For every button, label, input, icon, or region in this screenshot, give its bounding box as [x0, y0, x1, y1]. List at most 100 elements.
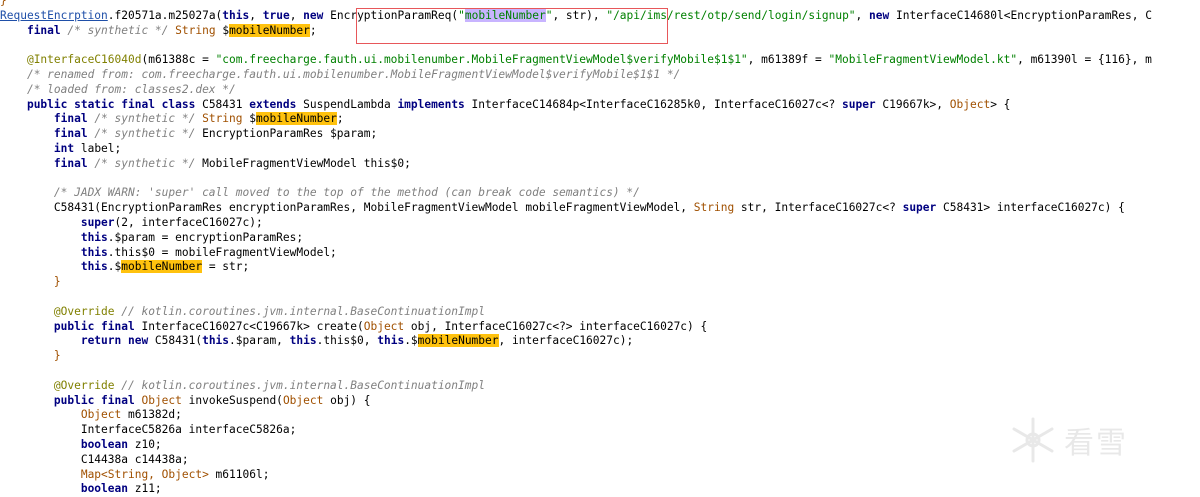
code-token: obj) { — [323, 393, 371, 407]
keyword: this — [222, 8, 250, 22]
code-token: MobileFragmentViewModel this$0; — [202, 156, 411, 170]
comment: /* synthetic */ — [87, 156, 203, 170]
code-line: boolean z11; — [0, 482, 1200, 497]
code-token: ; — [336, 112, 344, 126]
code-token: , — [289, 8, 304, 22]
keyword: final — [53, 127, 88, 141]
code-token: , interfaceC16027c); — [498, 334, 634, 348]
code-line: this.this$0 = mobileFragmentViewModel; — [0, 246, 1200, 261]
type-name: Object — [80, 408, 122, 422]
code-token: InterfaceC14684p<InterfaceC16285k0, Inte… — [464, 97, 842, 111]
type-name: Object — [949, 97, 991, 111]
snowflake-logo-icon — [1012, 417, 1054, 463]
code-token: } — [0, 0, 7, 7]
highlighted-identifier[interactable]: mobileNumber — [417, 334, 499, 348]
code-line: @Override // kotlin.coroutines.jvm.inter… — [0, 305, 1200, 320]
code-line: public static final class C58431 extends… — [0, 98, 1200, 113]
type-name: String — [175, 23, 216, 37]
code-token: obj, InterfaceC16027c<?> interfaceC16027… — [404, 319, 708, 333]
code-token: m61382d; — [121, 408, 182, 422]
code-token: C58431> interfaceC16027c) { — [936, 201, 1125, 215]
code-line: @InterfaceC16040d(m61388c = "com.freecha… — [0, 53, 1200, 68]
code-token: .$ — [107, 260, 122, 274]
code-line: public final Object invokeSuspend(Object… — [0, 394, 1200, 409]
code-token: .this$0, — [316, 334, 378, 348]
comment: /* synthetic */ — [60, 23, 176, 37]
code-line: final /* synthetic */ String $mobileNumb… — [0, 112, 1200, 127]
type-name: String — [693, 201, 735, 215]
highlighted-identifier[interactable]: mobileNumber — [121, 260, 203, 274]
keyword: boolean — [80, 482, 128, 496]
keyword: super — [841, 97, 876, 111]
code-line: C58431(EncryptionParamRes encryptionPara… — [0, 201, 1200, 216]
code-line: final /* synthetic */ EncryptionParamRes… — [0, 127, 1200, 142]
class-link[interactable]: RequestEncrption — [0, 9, 108, 22]
keyword: public final — [53, 319, 135, 333]
highlighted-identifier[interactable]: mobileNumber — [229, 23, 310, 37]
keyword: final — [53, 156, 88, 170]
type-name: Object — [363, 319, 405, 333]
keyword: new — [303, 8, 324, 22]
code-line: @Override // kotlin.coroutines.jvm.inter… — [0, 379, 1200, 394]
code-token: } — [53, 349, 61, 363]
code-token: (m61388c = — [141, 53, 216, 67]
keyword: this — [80, 260, 108, 274]
comment: /* synthetic */ — [87, 127, 203, 141]
code-token: (2, interfaceC16027c); — [114, 215, 263, 229]
code-token: C58431(EncryptionParamRes encryptionPara… — [53, 201, 694, 215]
comment: /* synthetic */ — [87, 112, 203, 126]
code-token: .$param, — [229, 334, 290, 348]
highlighted-identifier[interactable]: mobileNumber — [256, 112, 337, 126]
code-token: .$ — [404, 334, 418, 348]
keyword: final — [53, 112, 88, 126]
keyword: final — [26, 23, 61, 37]
code-line: public final InterfaceC16027c<C19667k> c… — [0, 320, 1200, 335]
keyword: extends — [249, 97, 297, 111]
keyword: true — [262, 8, 290, 22]
code-token: InterfaceC14680l<EncryptionParamRes, C — [889, 8, 1152, 22]
code-token: .this$0 = mobileFragmentViewModel; — [107, 245, 337, 259]
type-name: Object — [141, 393, 182, 407]
comment: /* renamed from: com.freecharge.fauth.ui… — [26, 67, 681, 81]
code-line: return new C58431(this.$param, this.this… — [0, 334, 1200, 349]
code-line: super(2, interfaceC16027c); — [0, 216, 1200, 231]
keyword: this — [80, 245, 108, 259]
annotation: @Override — [53, 304, 115, 318]
code-token: = str; — [202, 260, 250, 274]
type-name: String — [202, 112, 243, 126]
keyword: implements — [397, 97, 465, 111]
code-token: z10; — [127, 437, 162, 451]
keyword: return new — [80, 334, 149, 348]
annotation: @Override — [53, 378, 115, 392]
code-token: z11; — [127, 482, 162, 496]
code-token: $ — [242, 112, 256, 126]
code-token: label; — [74, 141, 122, 155]
keyword: this — [80, 230, 108, 244]
code-token: EncryptionParamRes $param; — [202, 127, 378, 141]
keyword: super — [80, 215, 115, 229]
code-line: this.$mobileNumber = str; — [0, 260, 1200, 275]
type-name: Map<String, Object> — [80, 467, 209, 481]
watermark: 看雪 — [1008, 408, 1198, 472]
code-line: /* loaded from: classes2.dex */ — [0, 83, 1200, 98]
keyword: public final — [53, 393, 135, 407]
code-token: str, InterfaceC16027c<? — [734, 201, 903, 215]
code-token: ; — [309, 23, 317, 37]
code-token: invokeSuspend( — [181, 393, 283, 407]
string-literal: "MobileFragmentViewModel.kt" — [828, 53, 1018, 67]
watermark-text: 看雪 — [1064, 426, 1128, 461]
string-literal: "com.freecharge.fauth.ui.mobilenumber.Mo… — [215, 53, 748, 67]
keyword: super — [902, 201, 937, 215]
code-token: InterfaceC5826a interfaceC5826a; — [80, 423, 297, 437]
code-token: , — [249, 8, 263, 22]
code-line: /* JADX WARN: 'super' call moved to the … — [0, 186, 1200, 201]
comment: // kotlin.coroutines.jvm.internal.BaseCo… — [114, 378, 485, 392]
annotation-highlight-box — [356, 8, 668, 44]
comment: /* JADX WARN: 'super' call moved to the … — [53, 186, 640, 200]
code-token: .$param = encryptionParamRes; — [107, 230, 304, 244]
code-token: > { — [990, 97, 1011, 111]
keyword: new — [869, 8, 890, 22]
code-line: this.$param = encryptionParamRes; — [0, 231, 1200, 246]
